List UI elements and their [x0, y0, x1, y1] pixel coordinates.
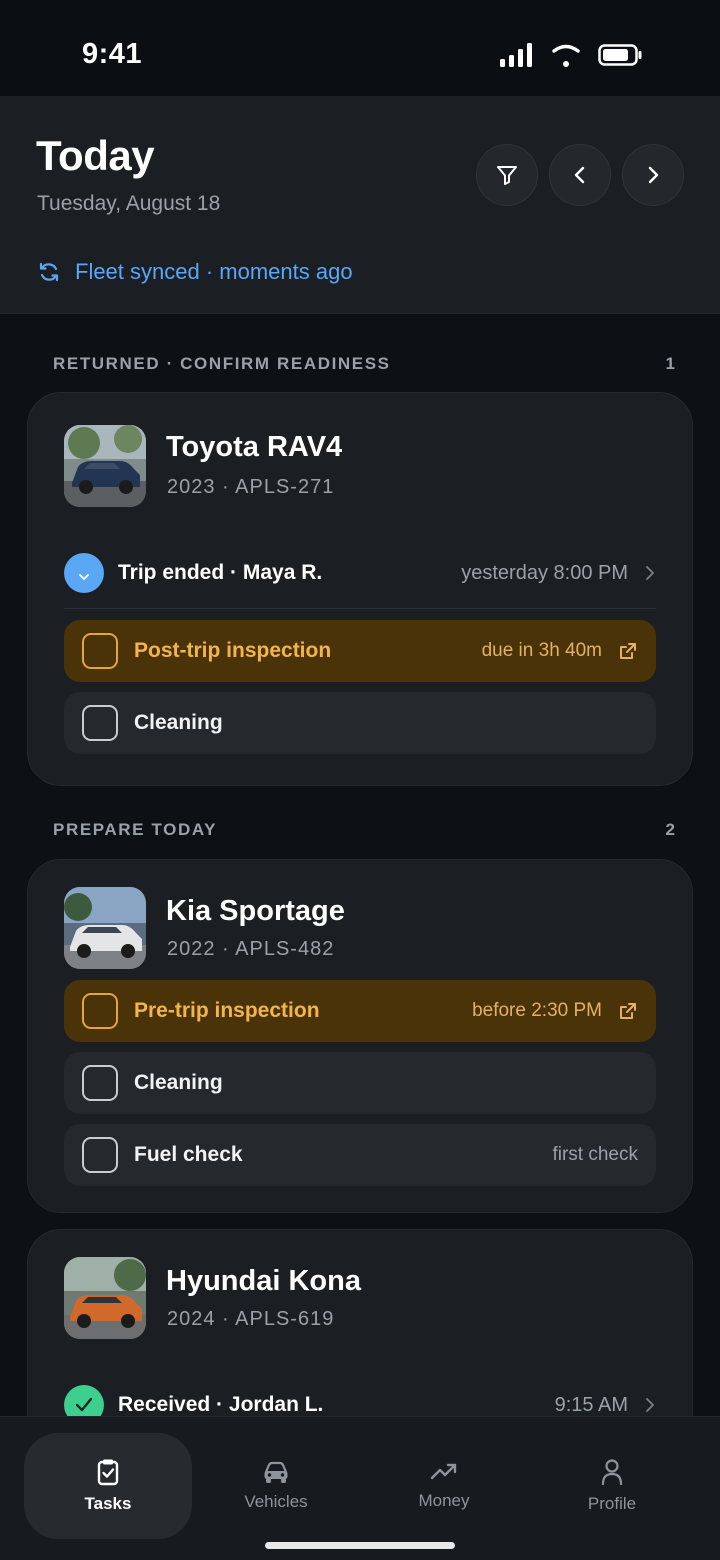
divider [64, 608, 656, 609]
page-header: Today Tuesday, August 18 Fleet synced · … [0, 96, 720, 314]
task-label: Cleaning [134, 1071, 223, 1094]
trip-status-dot [64, 553, 104, 593]
person-icon [601, 1459, 623, 1486]
status-bar: 9:41 [0, 0, 720, 96]
task-label: Post-trip inspection [134, 639, 332, 662]
nav-label: Profile [587, 1494, 637, 1513]
task-pre-trip-inspection[interactable]: Pre-trip inspection before 2:30 PM [64, 980, 656, 1042]
vehicle-card-toyota-rav4[interactable]: Toyota RAV4 2023 · APLS-271 Trip ended ·… [27, 392, 693, 786]
vehicle-name: Toyota RAV4 [166, 431, 343, 463]
task-due-note: due in 3h 40m [481, 640, 602, 661]
section-count-returned: 1 [665, 354, 675, 373]
check-icon [75, 1397, 93, 1412]
task-checkbox[interactable] [82, 705, 118, 741]
task-checkbox[interactable] [82, 1065, 118, 1101]
task-checkbox[interactable] [82, 993, 118, 1029]
vehicle-photo [64, 887, 146, 969]
received-event-text: Received · Jordan L. [118, 1393, 324, 1416]
status-icons [500, 42, 642, 68]
section-label-prepare: PREPARE TODAY [53, 820, 218, 839]
nav-tasks[interactable]: Tasks [24, 1433, 192, 1539]
battery-icon [598, 44, 642, 66]
vehicle-name: Kia Sportage [166, 895, 345, 927]
nav-label: Tasks [84, 1494, 132, 1513]
task-cleaning[interactable]: Cleaning [64, 1052, 656, 1114]
received-event-time: 9:15 AM [554, 1393, 628, 1416]
nav-vehicles[interactable]: Vehicles [192, 1433, 360, 1539]
task-fuel-check[interactable]: Fuel check first check [64, 1124, 656, 1186]
task-label: Cleaning [134, 711, 223, 734]
vehicle-meta: 2023 · APLS-271 [167, 476, 335, 498]
vehicle-meta: 2022 · APLS-482 [167, 938, 335, 960]
bottom-nav: Tasks Vehicles Money Profile [0, 1416, 720, 1560]
trend-up-icon [430, 1463, 457, 1480]
previous-day-button[interactable] [549, 144, 611, 206]
next-day-button[interactable] [622, 144, 684, 206]
wifi-icon [552, 44, 580, 67]
vehicle-photo [64, 425, 146, 507]
signal-icon [500, 43, 532, 67]
vehicle-photo [64, 1257, 146, 1339]
page-date: Tuesday, August 18 [37, 192, 221, 215]
sync-icon [39, 262, 59, 282]
filter-button[interactable] [476, 144, 538, 206]
chevron-right-icon [648, 166, 659, 184]
sync-status: Fleet synced · moments ago [37, 259, 353, 285]
task-label: Fuel check [134, 1143, 243, 1166]
sync-text: Fleet synced · moments ago [75, 259, 353, 284]
chevron-right-icon [646, 1398, 654, 1412]
task-checkbox[interactable] [82, 633, 118, 669]
task-note: first check [552, 1144, 638, 1165]
section-label-returned: RETURNED · CONFIRM READINESS [53, 354, 391, 373]
clipboard-check-icon [97, 1459, 119, 1486]
vehicle-meta: 2024 · APLS-619 [167, 1308, 335, 1330]
task-label: Pre-trip inspection [134, 999, 320, 1022]
task-cleaning[interactable]: Cleaning [64, 692, 656, 754]
trip-event-text: Trip ended · Maya R. [118, 561, 323, 584]
vehicle-card-kia-sportage[interactable]: Kia Sportage 2022 · APLS-482 Pre-trip in… [27, 859, 693, 1213]
status-time: 9:41 [82, 38, 143, 70]
nav-profile[interactable]: Profile [528, 1433, 696, 1539]
chevron-right-icon [646, 566, 654, 580]
page-title: Today [36, 132, 155, 179]
external-link-icon[interactable] [618, 641, 638, 661]
vehicle-name: Hyundai Kona [166, 1265, 361, 1297]
task-post-trip-inspection[interactable]: Post-trip inspection due in 3h 40m [64, 620, 656, 682]
trip-event-time: yesterday 8:00 PM [461, 561, 628, 584]
nav-label: Vehicles [244, 1492, 308, 1511]
nav-money[interactable]: Money [360, 1433, 528, 1539]
nav-label: Money [418, 1491, 470, 1510]
chevron-down-icon [79, 574, 89, 580]
trip-event-row[interactable]: Trip ended · Maya R. yesterday 8:00 PM [64, 553, 656, 593]
task-checkbox[interactable] [82, 1137, 118, 1173]
car-icon [264, 1461, 288, 1483]
task-due-note: before 2:30 PM [472, 1000, 602, 1021]
filter-icon [497, 166, 517, 185]
section-count-prepare: 2 [665, 820, 675, 839]
external-link-icon[interactable] [618, 1001, 638, 1021]
home-indicator [265, 1542, 455, 1549]
chevron-left-icon [574, 166, 585, 184]
